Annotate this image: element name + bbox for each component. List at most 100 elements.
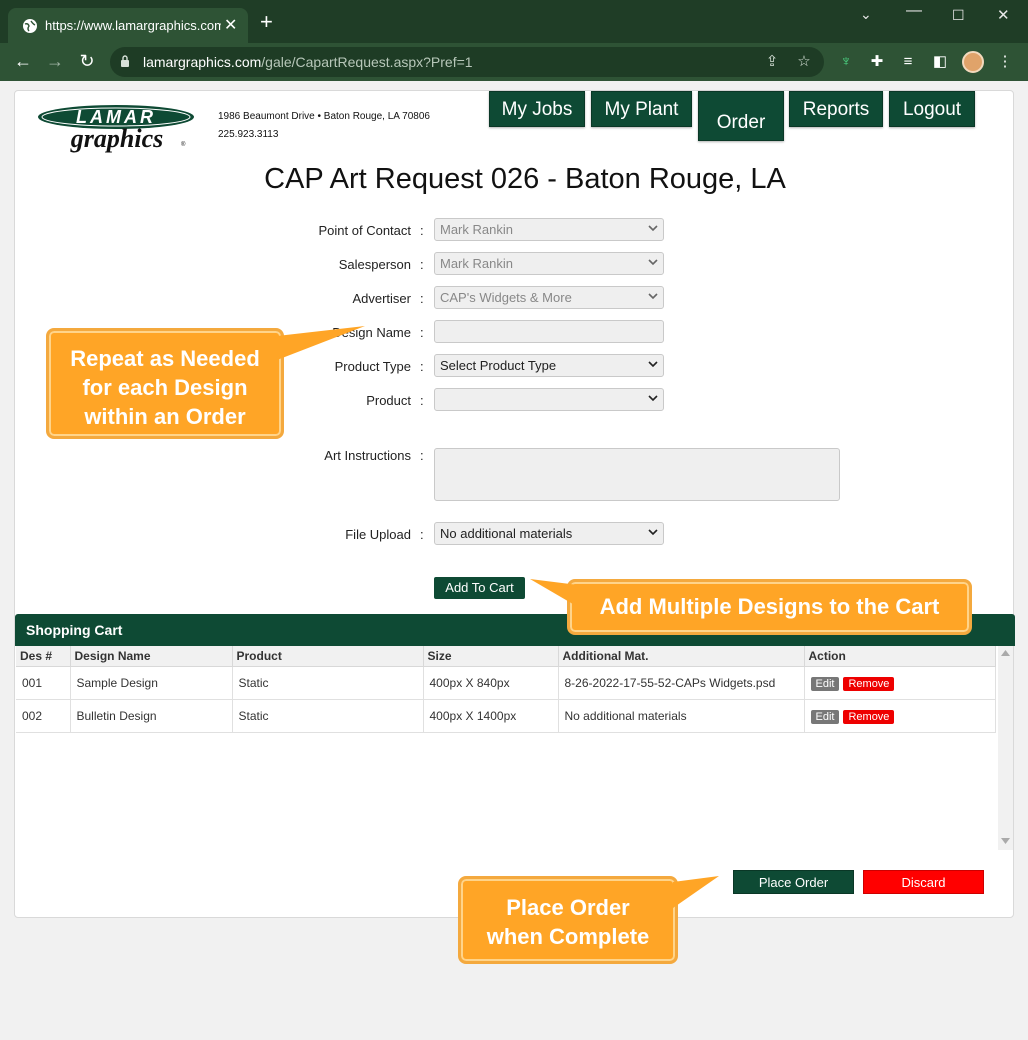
cell-product: Static [232,699,424,733]
page-card: LAMAR graphics ® 1986 Beaumont Drive • B… [14,90,1015,918]
chevron-down-icon [648,361,658,368]
callout-add-multiple-text: Add Multiple Designs to the Cart [599,594,940,619]
menu-icon[interactable]: ⋮ [995,52,1015,72]
col-design-name: Design Name [70,646,233,667]
salesperson-select[interactable]: Mark Rankin [434,252,664,275]
chevron-down-icon [648,259,658,266]
page-viewport: LAMAR graphics ® 1986 Beaumont Drive • B… [0,81,1028,1040]
cart-table: Des # Design Name Product Size Additiona… [16,646,996,733]
chevron-down-icon [648,225,658,232]
point-of-contact-value: Mark Rankin [440,222,513,237]
product-select[interactable] [434,388,664,411]
discard-button[interactable]: Discard [863,870,984,894]
maximize-icon[interactable]: ☐ [952,7,965,24]
product-type-value: Select Product Type [440,358,557,373]
nav-logout[interactable]: Logout [889,91,975,127]
advertiser-value: CAP's Widgets & More [440,290,572,305]
chevron-down-icon [648,395,658,402]
cell-des: 002 [16,699,71,733]
url-text: lamargraphics.com/gale/CapartRequest.asp… [143,54,473,70]
cell-product: Static [232,666,424,700]
scroll-down-icon[interactable] [1001,838,1010,844]
cell-additional: 8-26-2022-17-55-52-CAPs Widgets.psd [558,666,805,700]
art-instructions-textarea[interactable] [434,448,840,501]
label-advertiser: Advertiser [352,291,411,306]
lamar-graphics-logo: LAMAR graphics ® [38,105,194,153]
browser-tab[interactable]: https://www.lamargraphics.com/g ✕ [8,8,248,43]
point-of-contact-select[interactable]: Mark Rankin [434,218,664,241]
nav-my-jobs[interactable]: My Jobs [489,91,585,127]
company-address: 1986 Beaumont Drive • Baton Rouge, LA 70… [218,108,430,144]
place-order-button[interactable]: Place Order [733,870,854,894]
url-path: /gale/CapartRequest.aspx?Pref=1 [261,54,473,70]
cart-scrollbar[interactable] [998,646,1013,850]
edit-button[interactable]: Edit [810,676,840,691]
back-icon[interactable]: ← [13,51,33,71]
window-close-icon[interactable]: ✕ [997,6,1010,24]
browser-toolbar: ← → ↻ lamargraphics.com/gale/CapartReque… [0,43,1028,81]
callout-add-multiple: Add Multiple Designs to the Cart [530,579,972,635]
col-additional-mat: Additional Mat. [558,646,805,667]
url-host: lamargraphics.com [143,54,262,70]
edit-button[interactable]: Edit [810,709,840,724]
nav-reports[interactable]: Reports [789,91,883,127]
cart-grid: Des # Design Name Product Size Additiona… [16,646,998,850]
col-action: Action [804,646,996,667]
extension-icon[interactable]: ♆ [836,52,856,72]
label-salesperson: Salesperson [338,257,411,272]
col-des-number: Des # [16,646,71,667]
new-tab-icon[interactable]: + [260,11,273,33]
tab-search-icon[interactable]: ⌄ [860,6,872,23]
lock-icon [121,55,129,67]
callout-repeat: Repeat as Needed for each Design within … [46,326,365,439]
file-upload-value: No additional materials [440,526,573,541]
callout-pointer [673,876,719,908]
minimize-icon[interactable]: — [906,2,922,20]
colon: : [420,527,424,542]
advertiser-select[interactable]: CAP's Widgets & More [434,286,664,309]
callout-place-order: Place Order when Complete [458,876,719,964]
colon: : [420,257,424,272]
callout-place-order-line2: when Complete [486,924,650,949]
product-type-select[interactable]: Select Product Type [434,354,664,377]
callout-repeat-line1: Repeat as Needed [70,346,260,371]
scroll-up-icon[interactable] [1001,650,1010,656]
callout-repeat-line3: within an Order [84,404,246,429]
side-panel-icon[interactable]: ◧ [930,52,950,72]
address-bar[interactable]: lamargraphics.com/gale/CapartRequest.asp… [110,47,824,77]
remove-button[interactable]: Remove [843,709,895,724]
remove-button[interactable]: Remove [843,676,895,691]
colon: : [420,291,424,306]
label-art-instructions: Art Instructions [324,448,411,463]
address-line: 1986 Beaumont Drive • Baton Rouge, LA 70… [218,111,430,122]
reload-icon[interactable]: ↻ [77,51,97,71]
add-to-cart-button[interactable]: Add To Cart [434,577,525,599]
cart-header-row: Des # Design Name Product Size Additiona… [16,646,996,667]
bookmark-star-icon[interactable]: ☆ [794,52,814,72]
nav-my-plant[interactable]: My Plant [591,91,692,127]
share-icon[interactable]: ⇪ [762,52,782,72]
design-name-input[interactable] [434,320,664,343]
cell-des: 001 [16,666,71,700]
callout-pointer [530,579,578,607]
svg-text:®: ® [181,141,186,148]
tab-close-icon[interactable]: ✕ [224,15,237,35]
callout-repeat-line2: for each Design [82,375,248,400]
nav-order[interactable]: Order [698,91,784,141]
colon: : [420,359,424,374]
chevron-down-icon [648,293,658,300]
salesperson-value: Mark Rankin [440,256,513,271]
forward-icon[interactable]: → [45,51,65,71]
cell-design-name: Sample Design [70,666,233,700]
colon: : [420,393,424,408]
file-upload-select[interactable]: No additional materials [434,522,664,545]
reading-list-icon[interactable]: ≡ [898,52,918,72]
puzzle-icon[interactable]: ✚ [867,52,887,72]
label-file-upload: File Upload [345,527,411,542]
cell-size: 400px X 840px [423,666,559,700]
cell-size: 400px X 1400px [423,699,559,733]
callout-pointer [277,326,365,360]
cell-action: Edit Remove [804,699,996,733]
profile-avatar[interactable] [962,51,984,73]
tab-title: https://www.lamargraphics.com/g [45,18,221,33]
